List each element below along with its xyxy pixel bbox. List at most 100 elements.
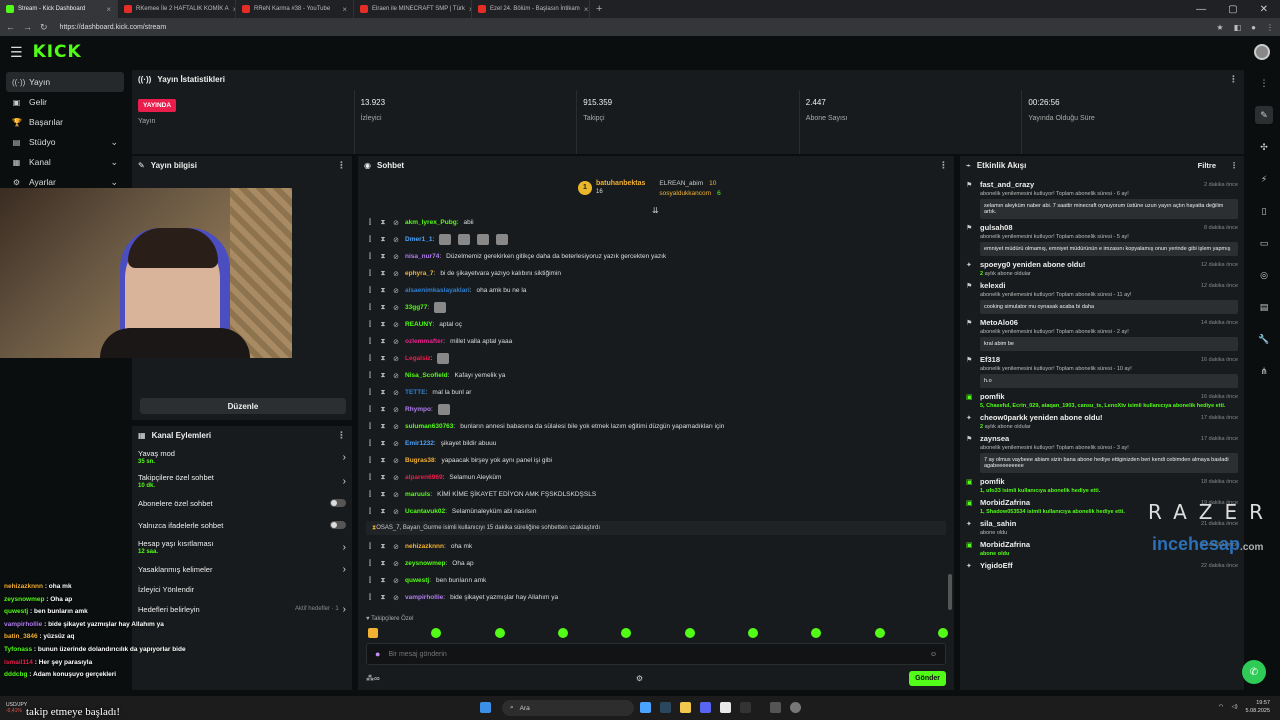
- ban-icon[interactable]: ⊘: [392, 321, 400, 329]
- chat-more-icon[interactable]: ⋮: [939, 160, 948, 171]
- pin-icon[interactable]: ⫿: [366, 577, 374, 585]
- ban-icon[interactable]: ⊘: [392, 577, 400, 585]
- chevron-down-icon[interactable]: ⌄: [110, 157, 118, 168]
- sidebar-item-3[interactable]: ▤ Stüdyo ⌄: [6, 132, 124, 152]
- back-icon[interactable]: ←: [6, 22, 15, 32]
- wrench-icon[interactable]: 🔧: [1255, 330, 1273, 348]
- feed-event[interactable]: ▣ pomfik 16 dakika önce 5, Chaseful, Ecrin_…: [966, 392, 1238, 409]
- document-icon[interactable]: ▯: [1255, 202, 1273, 220]
- timeout-icon[interactable]: ⧗: [379, 287, 387, 295]
- pin-icon[interactable]: ⫿: [366, 440, 374, 448]
- chat-message[interactable]: ⫿ ⧗ ⊘ ozlemmafter: millet valla aptal yaaa: [366, 333, 946, 350]
- broadcast-tool-icon[interactable]: ◎: [1255, 266, 1273, 284]
- chat-username[interactable]: quwestj: [405, 577, 429, 584]
- chrome-icon[interactable]: [720, 702, 731, 713]
- emote-icon[interactable]: [557, 628, 568, 638]
- ban-icon[interactable]: ⊘: [392, 440, 400, 448]
- ban-icon[interactable]: ⊘: [392, 253, 400, 261]
- chat-username[interactable]: ephyra_7: [405, 270, 434, 277]
- chat-message[interactable]: ⫿ ⧗ ⊘ Ucantavuk02: Selamünaleyküm abi nasıls…: [366, 503, 946, 520]
- emoji-icon[interactable]: ☺: [930, 651, 937, 658]
- chat-username[interactable]: akm_lyrex_Pubg: [405, 219, 457, 226]
- chat-message[interactable]: ⫿ ⧗ ⊘ nehizazknnn: oha mk: [366, 538, 946, 555]
- pin-icon[interactable]: ⫿: [366, 372, 374, 380]
- browser-tab[interactable]: Stream - Kick Dashboard ×: [0, 0, 118, 18]
- forward-icon[interactable]: →: [23, 22, 32, 32]
- app-icon[interactable]: [770, 702, 781, 713]
- timeout-icon[interactable]: ⧗: [379, 355, 387, 363]
- timeout-icon[interactable]: ⧗: [379, 270, 387, 278]
- browser-tab[interactable]: RKemee İle 2 HAFTALIK KOMİK A×: [118, 0, 236, 18]
- chat-message[interactable]: ⫿ ⧗ ⊘ alparen6969: Selamun Aleyküm: [366, 469, 946, 486]
- chat-username[interactable]: Legalsiz: [405, 355, 431, 362]
- timeout-icon[interactable]: ⧗: [379, 543, 387, 551]
- timeout-icon[interactable]: ⧗: [379, 440, 387, 448]
- browser-tab[interactable]: Elraen ile MINECRAFT SMP | Türk×: [354, 0, 472, 18]
- feed-event-user[interactable]: kelexdi: [980, 281, 1005, 290]
- ban-icon[interactable]: ⊘: [392, 474, 400, 482]
- toggle-switch[interactable]: [330, 521, 346, 529]
- profile-icon[interactable]: ●: [1251, 23, 1256, 32]
- feed-event-user[interactable]: cheow0parkk yeniden abone oldu!: [980, 413, 1103, 422]
- feed-event-user[interactable]: spoeyg0 yeniden abone oldu!: [980, 260, 1085, 269]
- chat-message[interactable]: ⫿ ⧗ ⊘ maruuls: KİMİ KİME ŞİKAYET EDİYON AMK …: [366, 486, 946, 503]
- steam-icon[interactable]: [660, 702, 671, 713]
- chat-message[interactable]: ⫿ ⧗ ⊘ quwestj: ben bunların amk: [366, 572, 946, 589]
- ban-icon[interactable]: ⊘: [392, 389, 400, 397]
- edit-tool-icon[interactable]: ✎: [1255, 106, 1273, 124]
- sidebar-item-1[interactable]: ▣ Gelir: [6, 92, 124, 112]
- pin-icon[interactable]: ⫿: [366, 423, 374, 431]
- gifter-name[interactable]: sosyaldukkancom: [659, 190, 711, 197]
- sidebar-item-0[interactable]: ((·)) Yayın: [6, 72, 124, 92]
- chat-message[interactable]: ⫿ ⧗ ⊘ Rhympo:: [366, 401, 946, 418]
- list-icon[interactable]: ▤: [1255, 298, 1273, 316]
- kick-logo[interactable]: KICK: [33, 42, 82, 62]
- microphone-icon[interactable]: ●: [375, 649, 380, 659]
- timeout-icon[interactable]: ⧗: [379, 491, 387, 499]
- feed-event-user[interactable]: zaynsea: [980, 434, 1009, 443]
- pin-icon[interactable]: ⫿: [366, 543, 374, 551]
- chat-scrollbar[interactable]: [948, 574, 952, 610]
- start-icon[interactable]: [480, 702, 491, 713]
- pin-icon[interactable]: ⫿: [366, 270, 374, 278]
- tab-close-icon[interactable]: ×: [106, 5, 111, 14]
- timeout-icon[interactable]: ⧗: [379, 406, 387, 414]
- pin-icon[interactable]: ⫿: [366, 508, 374, 516]
- edge-icon[interactable]: [640, 702, 651, 713]
- timeout-icon[interactable]: ⧗: [379, 219, 387, 227]
- feed-event[interactable]: ⚑ Ef318 16 dakika önce abonelik yenilemesin…: [966, 355, 1238, 388]
- reload-icon[interactable]: ↻: [40, 22, 48, 33]
- feed-event[interactable]: ⚑ fast_and_crazy 2 dakika önce abonelik yen…: [966, 180, 1238, 219]
- feed-event-user[interactable]: fast_and_crazy: [980, 180, 1034, 189]
- feed-event-user[interactable]: MetoAlo06: [980, 318, 1018, 327]
- channel-action-item[interactable]: Yasaklanmış kelimeler ›: [132, 558, 352, 580]
- chat-input[interactable]: ● Bir mesaj gönderin ☺: [366, 643, 946, 665]
- bookmark-star-icon[interactable]: ★: [1216, 23, 1223, 32]
- chat-username[interactable]: maruuls: [405, 491, 430, 498]
- ban-icon[interactable]: ⊘: [392, 491, 400, 499]
- emote-icon[interactable]: [874, 628, 885, 638]
- maximize-icon[interactable]: ▢: [1228, 4, 1237, 15]
- emote-icon[interactable]: [811, 628, 822, 638]
- ban-icon[interactable]: ⊘: [392, 372, 400, 380]
- timeout-icon[interactable]: ⧗: [379, 236, 387, 244]
- timeout-icon[interactable]: ⧗: [379, 457, 387, 465]
- channel-actions-more-icon[interactable]: ⋮: [337, 430, 346, 441]
- pin-icon[interactable]: ⫿: [366, 236, 374, 244]
- timeout-icon[interactable]: ⧗: [379, 372, 387, 380]
- emote-icon[interactable]: [937, 628, 948, 638]
- chevron-right-icon[interactable]: ›: [343, 564, 346, 575]
- obs-icon[interactable]: [790, 702, 801, 713]
- timeout-icon[interactable]: ⧗: [379, 594, 387, 602]
- ban-icon[interactable]: ⊘: [392, 338, 400, 346]
- ban-icon[interactable]: ⊘: [392, 457, 400, 465]
- clock[interactable]: 19:57 5.08.2025: [1246, 699, 1270, 715]
- share-icon[interactable]: ⋔: [1255, 362, 1273, 380]
- feed-event-user[interactable]: MorbidZafrina: [980, 498, 1030, 507]
- timeout-icon[interactable]: ⧗: [379, 577, 387, 585]
- chat-message[interactable]: ⫿ ⧗ ⊘ nisa_nur74: Düzelmemiz gerekirken giti…: [366, 248, 946, 265]
- pin-icon[interactable]: ⫿: [366, 594, 374, 602]
- feed-event[interactable]: ⚑ zaynsea 17 dakika önce abonelik yenilemes…: [966, 434, 1238, 473]
- tab-close-icon[interactable]: ×: [342, 5, 347, 14]
- feed-more-icon[interactable]: ⋮: [1230, 161, 1238, 170]
